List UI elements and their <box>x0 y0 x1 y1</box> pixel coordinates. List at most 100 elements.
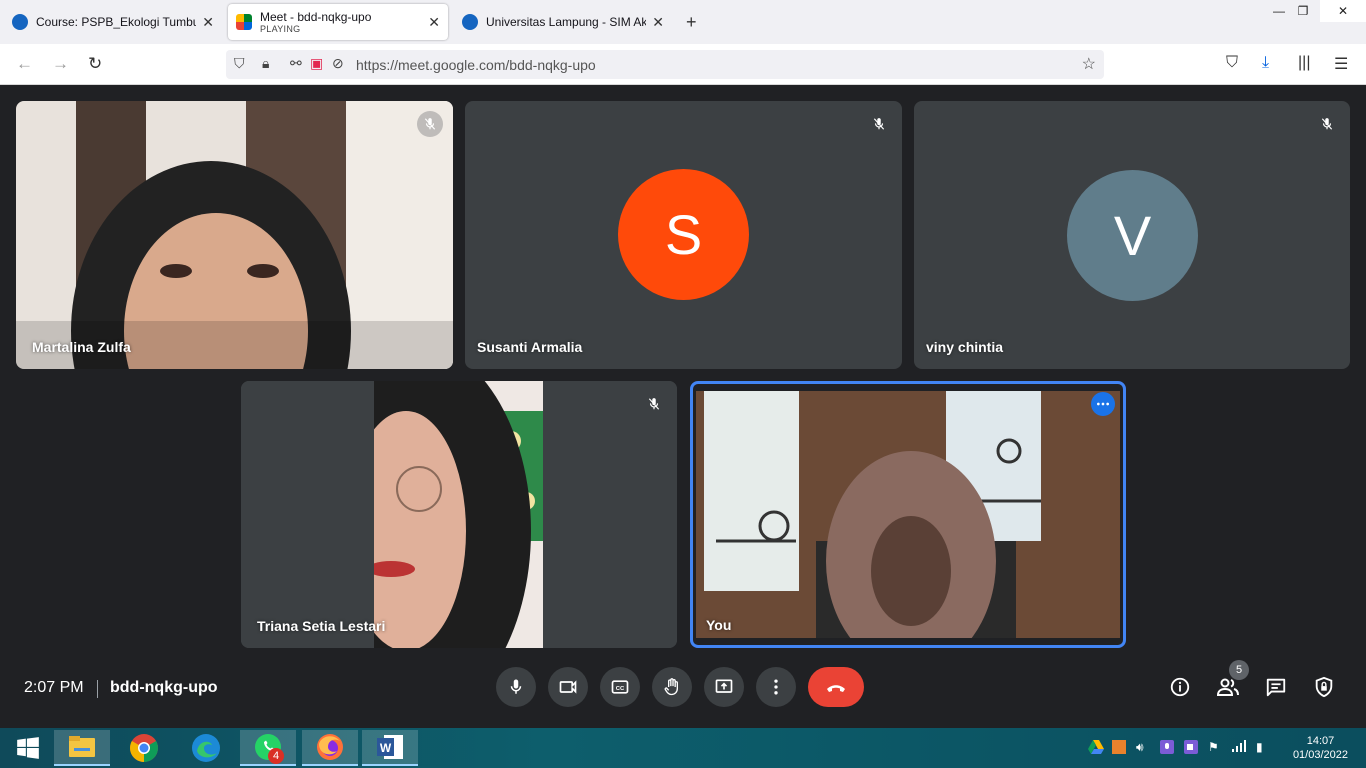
word-icon: W <box>377 735 403 759</box>
mic-icon <box>510 679 522 694</box>
participant-video <box>16 101 453 369</box>
more-options-button[interactable] <box>756 667 796 707</box>
close-tab-icon[interactable]: ✕ <box>202 14 214 31</box>
tab-sim[interactable]: Universitas Lampung - SIM Aka ✕ <box>454 4 672 40</box>
windows-logo-icon <box>17 737 39 759</box>
raise-hand-button[interactable] <box>652 667 692 707</box>
meet-bottom-bar: 2:07 PM bdd-nqkg-upo CC 5 <box>0 660 1366 728</box>
tab-title: Meet - bdd-nqkg-upo <box>260 10 372 24</box>
battery-icon[interactable]: ▮ <box>1256 740 1263 754</box>
whatsapp-app[interactable]: 4 <box>240 730 296 766</box>
more-vert-icon <box>774 679 778 695</box>
url-bar[interactable]: ⛉ 🔒︎ ⚯ ▣ ⊘ https://meet.google.com/bdd-n… <box>226 50 1104 79</box>
word-app[interactable]: W <box>362 730 418 766</box>
tab-title: Course: PSPB_Ekologi Tumbuha <box>36 15 197 29</box>
bookmark-star-icon[interactable]: ☆ <box>1082 54 1096 74</box>
edge-app[interactable] <box>178 730 234 766</box>
reload-icon[interactable]: ↻ <box>88 54 102 74</box>
lock-icon[interactable]: 🔒︎ <box>262 55 269 72</box>
participant-tile[interactable]: S Susanti Armalia <box>465 101 902 369</box>
firefox-app[interactable] <box>302 730 358 766</box>
camera-sharing-icon[interactable]: ▣ <box>310 55 323 72</box>
chrome-app[interactable] <box>116 730 172 766</box>
autoplay-blocked-icon[interactable]: ⊘ <box>332 55 344 72</box>
tab-playing-label: PLAYING <box>260 24 301 34</box>
edge-icon <box>192 734 220 762</box>
mic-off-icon <box>866 111 892 137</box>
mic-off-icon <box>417 111 443 137</box>
library-icon[interactable]: ||| <box>1298 54 1310 72</box>
leave-call-button[interactable] <box>808 667 864 707</box>
mic-off-icon <box>641 391 667 417</box>
info-icon <box>1170 677 1190 697</box>
people-count-badge: 5 <box>1229 660 1249 680</box>
microphone-in-use-icon[interactable] <box>1160 740 1174 757</box>
windows-taskbar: 4 W 🔊︎ ⚑ ▮ 14:07 01/03/2022 <box>0 728 1366 768</box>
window-close-icon[interactable]: ✕ <box>1320 0 1366 22</box>
menu-icon[interactable]: ☰ <box>1334 54 1348 74</box>
network-signal-icon[interactable] <box>1232 740 1246 755</box>
folder-icon <box>69 736 95 757</box>
permissions-icon[interactable]: ⚯ <box>290 55 302 72</box>
google-drive-icon[interactable] <box>1088 740 1104 757</box>
browser-tab-bar: Course: PSPB_Ekologi Tumbuha ✕ Meet - bd… <box>0 0 1366 44</box>
chat-button[interactable] <box>1264 675 1288 699</box>
meeting-details-button[interactable] <box>1168 675 1192 699</box>
participant-video <box>241 381 677 648</box>
hand-icon <box>664 678 678 696</box>
participant-tile[interactable]: Martalina Zulfa <box>16 101 453 369</box>
videocam-icon <box>559 680 577 694</box>
meet-favicon-icon <box>236 14 252 30</box>
participant-name: Martalina Zulfa <box>32 339 131 355</box>
new-tab-button[interactable]: + <box>686 12 697 33</box>
participant-name: You <box>706 617 732 633</box>
svg-text:W: W <box>380 741 392 755</box>
shield-icon[interactable]: ⛉ <box>234 55 245 72</box>
close-tab-icon[interactable]: ✕ <box>652 14 664 31</box>
call-end-icon <box>827 685 845 692</box>
back-icon[interactable]: ← <box>16 54 33 74</box>
meeting-time: 2:07 PM <box>24 679 84 696</box>
present-button[interactable] <box>704 667 744 707</box>
camera-in-use-icon[interactable] <box>1184 740 1198 757</box>
browser-nav-bar: ← → ↻ ⛉ 🔒︎ ⚯ ▣ ⊘ https://meet.google.com… <box>0 44 1366 85</box>
office-tray-icon[interactable] <box>1112 740 1126 757</box>
participant-name: Susanti Armalia <box>477 339 583 355</box>
self-video <box>696 391 1120 638</box>
tab-meet[interactable]: Meet - bdd-nqkg-upo PLAYING ✕ <box>228 4 448 40</box>
tab-course[interactable]: Course: PSPB_Ekologi Tumbuha ✕ <box>4 4 222 40</box>
forward-icon[interactable]: → <box>52 54 69 74</box>
participant-avatar: S <box>618 169 749 300</box>
camera-button[interactable] <box>548 667 588 707</box>
participant-name: viny chintia <box>926 339 1004 355</box>
svg-text:CC: CC <box>616 686 625 692</box>
participant-tile[interactable]: V viny chintia <box>914 101 1350 369</box>
participant-tile[interactable]: Triana Setia Lestari <box>241 381 677 648</box>
system-clock[interactable]: 14:07 01/03/2022 <box>1293 734 1348 762</box>
participant-avatar: V <box>1067 170 1198 301</box>
shield-lock-icon <box>1315 676 1333 698</box>
more-options-icon[interactable] <box>1091 392 1115 416</box>
chrome-icon <box>130 734 158 762</box>
clock-time: 14:07 <box>1306 735 1335 747</box>
unila-favicon-icon <box>462 14 478 30</box>
microphone-button[interactable] <box>496 667 536 707</box>
self-view-tile[interactable]: You <box>690 381 1126 648</box>
pocket-icon[interactable]: ⛉ <box>1226 54 1238 72</box>
firefox-icon <box>317 734 343 760</box>
action-center-flag-icon[interactable]: ⚑ <box>1208 740 1219 754</box>
url-text: https://meet.google.com/bdd-nqkg-upo <box>356 57 596 73</box>
notification-badge: 4 <box>268 748 284 764</box>
divider <box>97 680 98 698</box>
file-explorer-app[interactable] <box>54 730 110 766</box>
close-tab-icon[interactable]: ✕ <box>428 14 440 31</box>
start-button[interactable] <box>0 730 56 766</box>
downloads-icon[interactable]: ⤓ <box>1262 54 1269 72</box>
captions-button[interactable]: CC <box>600 667 640 707</box>
host-controls-button[interactable] <box>1312 675 1336 699</box>
volume-icon[interactable]: 🔊︎ <box>1136 740 1144 755</box>
meeting-code: bdd-nqkg-upo <box>110 679 218 696</box>
mic-off-icon <box>1314 111 1340 137</box>
chat-icon <box>1266 678 1286 697</box>
present-screen-icon <box>715 679 733 693</box>
